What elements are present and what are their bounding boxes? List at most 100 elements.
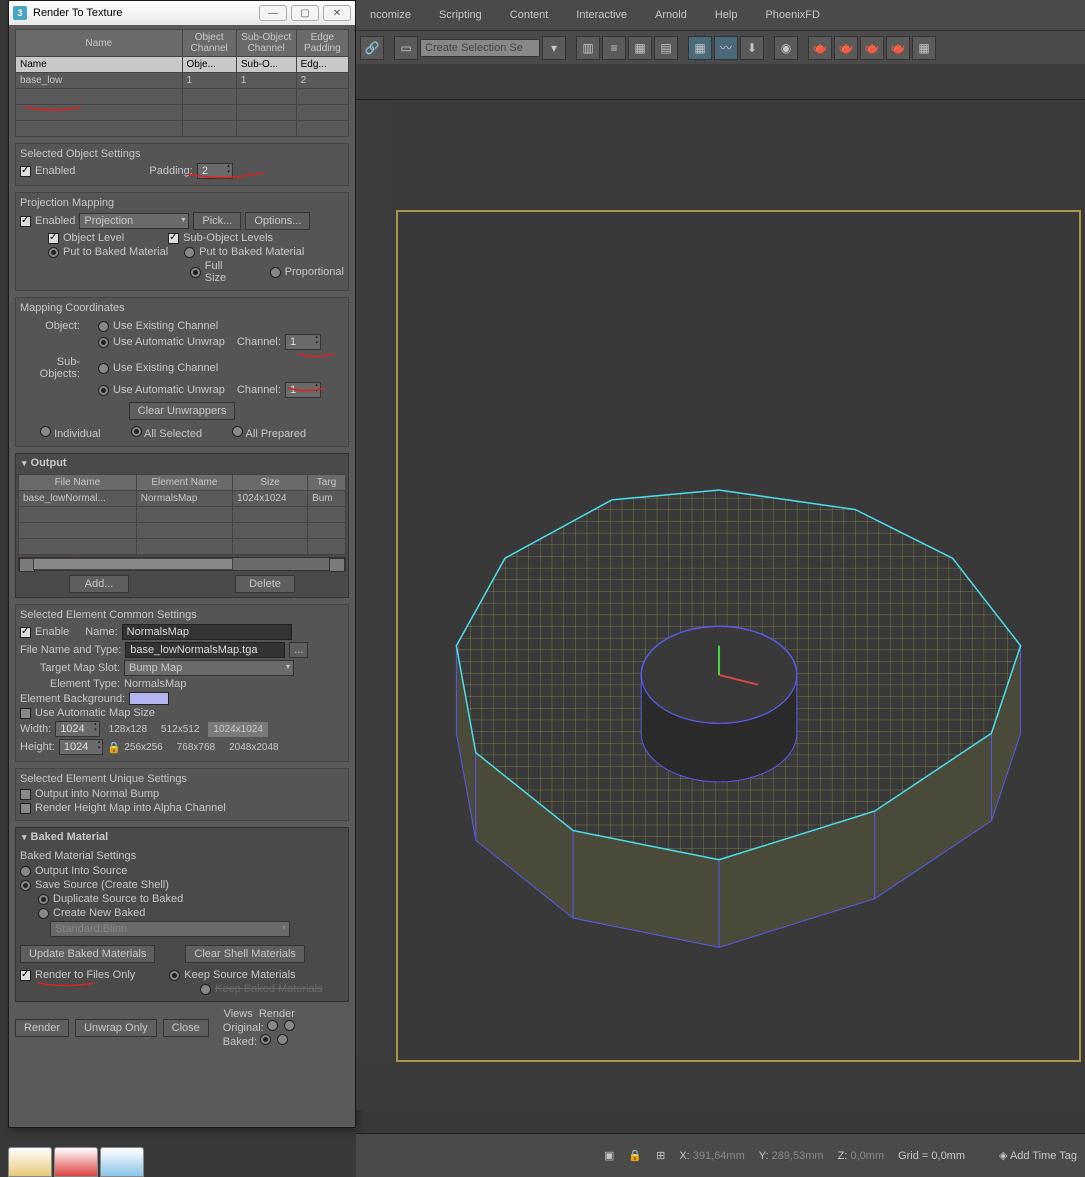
obj-channel-spinner[interactable]: 1 (285, 334, 321, 350)
lock-icon[interactable]: 🔒 (107, 741, 119, 754)
preset-2048[interactable]: 2048x2048 (224, 740, 284, 755)
curve-editor-icon[interactable]: 〰 (714, 36, 738, 60)
menu-help[interactable]: Help (701, 3, 752, 27)
sub-object-levels-checkbox[interactable] (168, 233, 179, 244)
menu-interactive[interactable]: Interactive (562, 3, 641, 27)
all-selected-radio[interactable] (131, 426, 142, 437)
align-icon[interactable]: ≡ (602, 36, 626, 60)
preset-512[interactable]: 512x512 (156, 722, 204, 737)
output-scrollbar[interactable] (18, 557, 346, 571)
pm-enabled-checkbox[interactable] (20, 216, 31, 227)
sub-auto-radio[interactable] (98, 385, 109, 396)
output-table[interactable]: File NameElement NameSizeTarg base_lowNo… (18, 474, 346, 555)
taskbar-item-3[interactable] (100, 1147, 144, 1177)
lock-selection-icon[interactable]: 🔒 (628, 1149, 642, 1162)
menu-phoenixfd[interactable]: PhoenixFD (751, 3, 833, 27)
menu-scripting[interactable]: Scripting (425, 3, 496, 27)
browse-button[interactable]: ... (289, 642, 308, 658)
preset-256[interactable]: 256x256 (119, 740, 167, 755)
output-rollup: Output File NameElement NameSizeTarg bas… (15, 453, 349, 598)
render-last-icon[interactable]: ▦ (912, 36, 936, 60)
menu-customize[interactable]: ncomize (356, 3, 425, 27)
options-button[interactable]: Options... (245, 212, 310, 230)
views-baked-radio[interactable] (260, 1034, 271, 1045)
isolate-icon[interactable]: ▣ (604, 1149, 614, 1162)
width-spinner[interactable]: 1024 (55, 721, 99, 737)
all-prepared-radio[interactable] (232, 426, 243, 437)
bg-color-swatch[interactable] (129, 692, 169, 705)
taskbar-item-2[interactable] (54, 1147, 98, 1177)
viewport[interactable] (396, 210, 1081, 1062)
output-source-radio[interactable] (20, 866, 31, 877)
render-setup-icon[interactable]: 🫖 (808, 36, 832, 60)
file-name-input[interactable] (125, 642, 285, 658)
duplicate-radio[interactable] (38, 894, 49, 905)
toggle-icon[interactable]: ▦ (628, 36, 652, 60)
add-button[interactable]: Add... (69, 575, 129, 593)
col-obj: Object Channel (182, 30, 236, 57)
unwrap-button[interactable]: Unwrap Only (75, 1019, 157, 1037)
element-common-settings: Selected Element Common Settings Enable … (15, 604, 349, 762)
normal-bump-checkbox[interactable] (20, 789, 31, 800)
baked-material-header[interactable]: Baked Material (16, 828, 348, 846)
scene-explorer-icon[interactable]: ▦ (688, 36, 712, 60)
target-slot-dropdown[interactable]: Bump Map (124, 660, 294, 676)
element-name-input[interactable] (122, 624, 292, 640)
menu-arnold[interactable]: Arnold (641, 3, 701, 27)
render-frame-icon[interactable]: 🫖 (834, 36, 858, 60)
preset-1024[interactable]: 1024x1024 (208, 722, 268, 737)
preset-768[interactable]: 768x768 (172, 740, 220, 755)
put-baked-radio-2[interactable] (184, 247, 195, 258)
enabled-checkbox[interactable] (20, 166, 31, 177)
link-icon[interactable]: 🔗 (360, 36, 384, 60)
object-level-checkbox[interactable] (48, 233, 59, 244)
close-button[interactable]: Close (163, 1019, 209, 1037)
keep-baked-radio[interactable] (200, 984, 211, 995)
time-tag-icon[interactable]: ◈ Add Time Tag (999, 1149, 1077, 1162)
update-baked-button[interactable]: Update Baked Materials (20, 945, 155, 963)
grid-icon[interactable]: ⊞ (656, 1149, 665, 1162)
create-new-radio[interactable] (38, 908, 49, 919)
save-source-radio[interactable] (20, 880, 31, 891)
obj-existing-radio[interactable] (98, 321, 109, 332)
objects-table[interactable]: Name Object Channel Sub-Object Channel E… (15, 29, 349, 137)
height-alpha-checkbox[interactable] (20, 803, 31, 814)
delete-button[interactable]: Delete (235, 575, 295, 593)
clear-shell-button[interactable]: Clear Shell Materials (185, 945, 304, 963)
render-button[interactable]: Render (15, 1019, 69, 1037)
preset-128[interactable]: 128x128 (104, 722, 152, 737)
schematic-icon[interactable]: ⬇ (740, 36, 764, 60)
render-files-checkbox[interactable] (20, 970, 31, 981)
maximize-button[interactable]: ▢ (291, 5, 319, 21)
menu-content[interactable]: Content (496, 3, 563, 27)
layers-icon[interactable]: ▤ (654, 36, 678, 60)
projection-dropdown[interactable]: Projection (79, 213, 189, 229)
render-prod-icon[interactable]: 🫖 (886, 36, 910, 60)
obj-auto-radio[interactable] (98, 337, 109, 348)
selection-set-input[interactable] (420, 39, 540, 57)
height-spinner[interactable]: 1024 (59, 739, 103, 755)
close-window-button[interactable]: ✕ (323, 5, 351, 21)
dropdown-icon[interactable]: ▾ (542, 36, 566, 60)
dialog-titlebar[interactable]: 3 Render To Texture — ▢ ✕ (9, 1, 355, 25)
full-size-radio[interactable] (190, 267, 201, 278)
auto-size-checkbox[interactable] (20, 708, 31, 719)
material-editor-icon[interactable]: ◉ (774, 36, 798, 60)
render-icon[interactable]: 🫖 (860, 36, 884, 60)
mirror-icon[interactable]: ▥ (576, 36, 600, 60)
views-original-radio[interactable] (267, 1020, 278, 1031)
proportional-radio[interactable] (270, 267, 281, 278)
minimize-button[interactable]: — (259, 5, 287, 21)
pick-button[interactable]: Pick... (193, 212, 241, 230)
clear-unwrappers-button[interactable]: Clear Unwrappers (129, 402, 236, 420)
selection-icon[interactable]: ▭ (394, 36, 418, 60)
output-header[interactable]: Output (16, 454, 348, 472)
shader-dropdown[interactable]: Standard:Blinn (50, 921, 290, 937)
sub-existing-radio[interactable] (98, 363, 109, 374)
taskbar-item-1[interactable] (8, 1147, 52, 1177)
individual-radio[interactable] (40, 426, 51, 437)
keep-source-radio[interactable] (169, 970, 180, 981)
app-icon: 3 (13, 6, 27, 20)
put-baked-radio-1[interactable] (48, 247, 59, 258)
enable-element-checkbox[interactable] (20, 627, 31, 638)
